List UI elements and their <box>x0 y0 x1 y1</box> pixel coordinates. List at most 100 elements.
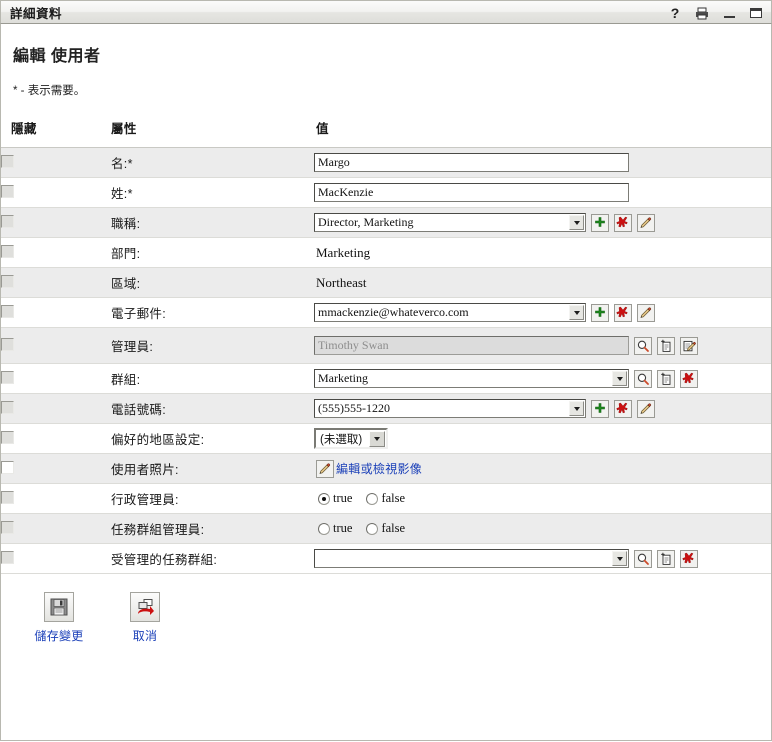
table-row: 姓:* <box>1 177 771 208</box>
new-object-icon[interactable] <box>657 549 675 568</box>
required-note: * - 表示需要。 <box>13 85 86 97</box>
radio-group: true false <box>314 521 413 536</box>
edit-object-icon[interactable] <box>680 336 698 355</box>
cell-hide <box>1 267 111 298</box>
value-combobox[interactable]: Director, Marketing <box>314 213 586 232</box>
radio-button[interactable] <box>366 492 379 505</box>
attributes-table: 隱藏 屬性 值 名:*姓:*職稱:Director, Marketing部門:M… <box>1 118 771 574</box>
radio-option[interactable]: false <box>366 521 405 536</box>
page-header: 編輯 使用者 * - 表示需要。 <box>1 24 771 98</box>
table-row: 受管理的任務群組: <box>1 543 771 574</box>
add-icon[interactable] <box>591 399 609 418</box>
radio-button[interactable] <box>366 522 379 535</box>
edit-photo-icon[interactable] <box>316 459 334 478</box>
value-input[interactable] <box>314 183 629 202</box>
table-row: 使用者照片: 編輯或檢視影像 <box>1 453 771 484</box>
radio-option[interactable]: true <box>318 521 352 536</box>
content-frame: 編輯 使用者 * - 表示需要。 隱藏 屬性 值 名:*姓:*職稱: Direct… <box>0 24 772 741</box>
edit-icon[interactable] <box>637 399 655 418</box>
attribute-label: 任務群組管理員: <box>111 513 314 544</box>
column-header-attribute: 屬性 <box>111 118 314 148</box>
hide-checkbox[interactable] <box>1 214 14 228</box>
edit-icon[interactable] <box>637 303 655 322</box>
edit-icon[interactable] <box>637 213 655 232</box>
value-cell <box>314 327 771 364</box>
cell-hide <box>1 297 111 328</box>
hide-checkbox[interactable] <box>1 460 14 474</box>
delete-icon[interactable] <box>614 303 632 322</box>
value-combobox[interactable]: mmackenzie@whateverco.com <box>314 303 586 322</box>
hide-checkbox[interactable] <box>1 550 14 564</box>
value-cell: (555)555-1220 <box>314 393 771 424</box>
cancel-button[interactable]: 取消 <box>115 592 175 644</box>
cell-hide <box>1 423 111 454</box>
column-header-hide: 隱藏 <box>1 118 111 148</box>
cell-hide <box>1 393 111 424</box>
column-header-value: 值 <box>314 118 771 148</box>
cell-hide <box>1 543 111 574</box>
value-input[interactable] <box>314 336 629 355</box>
value-cell: Northeast <box>314 267 771 298</box>
delete-icon[interactable] <box>680 369 698 388</box>
value-combobox[interactable]: (555)555-1220 <box>314 399 586 418</box>
hide-checkbox[interactable] <box>1 184 14 198</box>
chevron-down-icon[interactable] <box>569 215 584 230</box>
hide-checkbox[interactable] <box>1 520 14 534</box>
locale-select-value: (未選取) <box>320 433 363 446</box>
value-cell <box>314 147 771 178</box>
edit-view-image-link[interactable]: 編輯或檢視影像 <box>336 460 422 477</box>
save-button-label: 儲存變更 <box>34 629 84 643</box>
static-value: Northeast <box>316 274 367 290</box>
delete-icon[interactable] <box>680 549 698 568</box>
hide-checkbox[interactable] <box>1 274 14 288</box>
chevron-down-icon[interactable] <box>369 430 385 447</box>
add-icon[interactable] <box>591 303 609 322</box>
cell-hide <box>1 207 111 238</box>
search-icon[interactable] <box>634 369 652 388</box>
add-icon[interactable] <box>591 213 609 232</box>
hide-checkbox[interactable] <box>1 244 14 258</box>
hide-checkbox[interactable] <box>1 400 14 414</box>
hide-checkbox[interactable] <box>1 430 14 444</box>
radio-option[interactable]: true <box>318 491 352 506</box>
hide-checkbox[interactable] <box>1 304 14 318</box>
value-input[interactable] <box>314 153 629 172</box>
value-cell: mmackenzie@whateverco.com <box>314 297 771 328</box>
window-title: 詳細資料 <box>10 6 63 21</box>
locale-select[interactable]: (未選取) <box>314 428 388 449</box>
hide-checkbox[interactable] <box>1 337 14 351</box>
hide-checkbox[interactable] <box>1 490 14 504</box>
attribute-label: 部門: <box>111 237 314 268</box>
hide-checkbox[interactable] <box>1 370 14 384</box>
help-glyph: ? <box>670 5 680 21</box>
value-cell: true false <box>314 513 771 544</box>
new-object-icon[interactable] <box>657 369 675 388</box>
new-object-icon[interactable] <box>657 336 675 355</box>
radio-button[interactable] <box>318 492 330 505</box>
attribute-label: 電子郵件: <box>111 297 314 328</box>
print-icon[interactable] <box>695 5 709 21</box>
chevron-down-icon[interactable] <box>612 371 627 386</box>
radio-group: true false <box>314 491 413 506</box>
chevron-down-icon[interactable] <box>569 305 584 320</box>
value-combobox[interactable]: Marketing <box>314 369 629 388</box>
value-combobox[interactable] <box>314 549 629 568</box>
radio-option[interactable]: false <box>366 491 405 506</box>
maximize-icon[interactable] <box>749 5 763 21</box>
search-icon[interactable] <box>634 336 652 355</box>
chevron-down-icon[interactable] <box>569 401 584 416</box>
delete-icon[interactable] <box>614 399 632 418</box>
chevron-down-icon[interactable] <box>612 551 627 566</box>
search-icon[interactable] <box>634 549 652 568</box>
value-cell: 編輯或檢視影像 <box>314 453 771 484</box>
radio-label: false <box>381 521 406 535</box>
help-icon[interactable]: ? <box>668 5 682 21</box>
minimize-icon[interactable] <box>722 5 736 21</box>
cell-hide <box>1 147 111 178</box>
save-button[interactable]: 儲存變更 <box>29 592 89 644</box>
attribute-label: 名:* <box>111 147 314 178</box>
table-body: 名:*姓:*職稱:Director, Marketing部門:Marketing… <box>1 147 771 574</box>
radio-button[interactable] <box>318 522 330 535</box>
hide-checkbox[interactable] <box>1 154 14 168</box>
delete-icon[interactable] <box>614 213 632 232</box>
